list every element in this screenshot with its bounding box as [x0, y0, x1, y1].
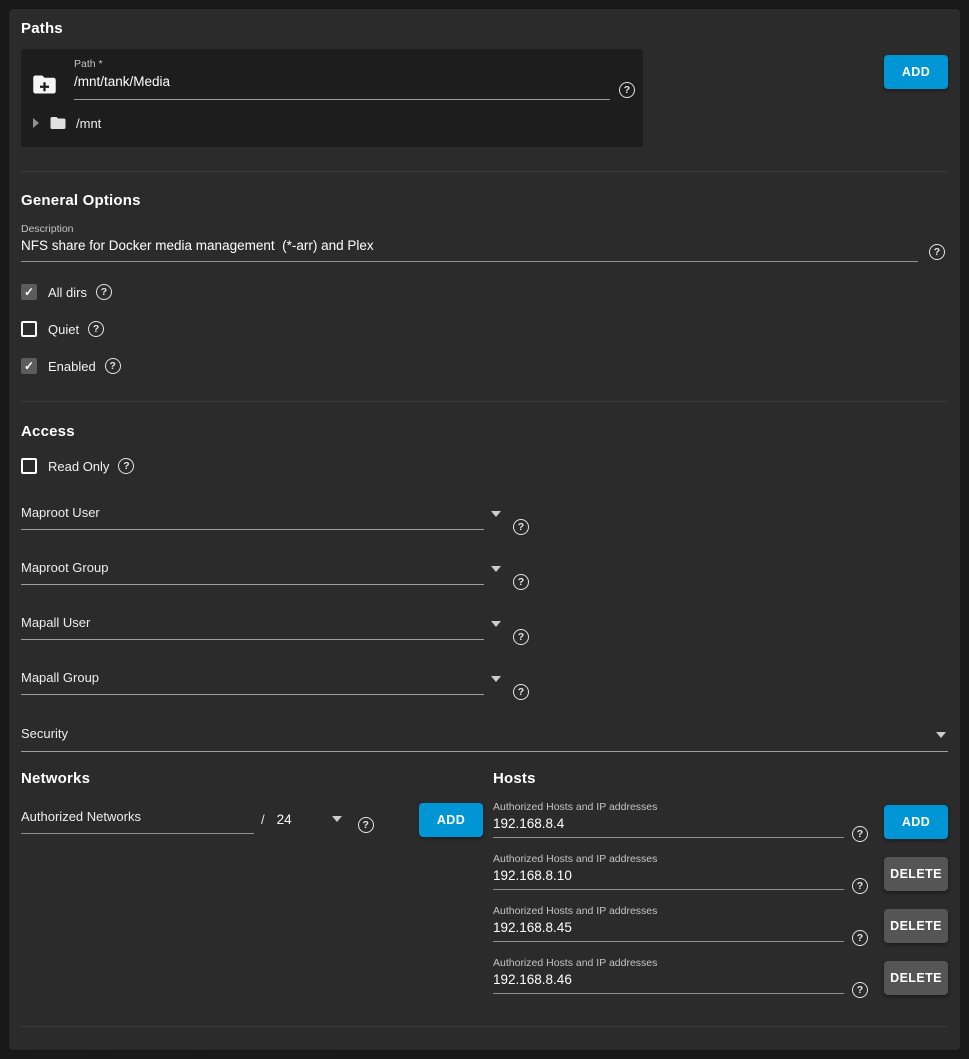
- mapall-user-select[interactable]: Mapall User: [21, 614, 948, 640]
- host-add-button[interactable]: ADD: [884, 805, 948, 839]
- help-icon[interactable]: [88, 321, 104, 337]
- footer-actions: SAVE CANCEL BASIC OPTIONS: [9, 1027, 960, 1051]
- host-row: Authorized Hosts and IP addresses 192.16…: [493, 957, 948, 994]
- access-section-title: Access: [21, 402, 948, 440]
- help-icon[interactable]: [852, 982, 868, 998]
- help-icon[interactable]: [852, 930, 868, 946]
- enabled-checkbox[interactable]: [21, 358, 37, 374]
- description-input[interactable]: NFS share for Docker media management (*…: [21, 238, 918, 253]
- path-input[interactable]: /mnt/tank/Media: [74, 74, 170, 89]
- read-only-checkbox[interactable]: [21, 458, 37, 474]
- paths-section-title: Paths: [21, 20, 948, 37]
- authorized-host-label: Authorized Hosts and IP addresses: [493, 801, 844, 813]
- authorized-host-input[interactable]: Authorized Hosts and IP addresses 192.16…: [493, 801, 844, 838]
- help-icon[interactable]: [852, 826, 868, 842]
- authorized-host-input[interactable]: Authorized Hosts and IP addresses 192.16…: [493, 853, 844, 890]
- save-button[interactable]: SAVE: [29, 1050, 94, 1051]
- folder-icon: [48, 114, 68, 132]
- description-field[interactable]: Description NFS share for Docker media m…: [21, 223, 918, 262]
- cancel-button[interactable]: CANCEL: [112, 1050, 196, 1051]
- folder-add-icon: [31, 71, 58, 98]
- authorized-host-input[interactable]: Authorized Hosts and IP addresses 192.16…: [493, 957, 844, 994]
- authorized-host-label: Authorized Hosts and IP addresses: [493, 957, 844, 969]
- help-icon[interactable]: [105, 358, 121, 374]
- tree-item-mnt[interactable]: /mnt: [33, 114, 635, 132]
- hosts-section: Hosts Authorized Hosts and IP addresses …: [493, 770, 948, 994]
- maproot-group-select[interactable]: Maproot Group: [21, 559, 948, 585]
- authorized-host-input[interactable]: Authorized Hosts and IP addresses 192.16…: [493, 905, 844, 942]
- description-label: Description: [21, 223, 918, 235]
- select-label: Maproot User: [21, 505, 100, 520]
- select-label: Mapall Group: [21, 670, 99, 685]
- authorized-host-value[interactable]: 192.168.8.46: [493, 972, 844, 987]
- nfs-share-form-card: Paths Path * /mnt/tank/Media: [8, 8, 961, 1051]
- cidr-separator: /: [261, 812, 265, 827]
- general-options-section: General Options Description NFS share fo…: [9, 172, 960, 402]
- cidr-select-value[interactable]: 24: [277, 812, 292, 827]
- all-dirs-checkbox[interactable]: [21, 284, 37, 300]
- host-delete-button[interactable]: DELETE: [884, 961, 948, 995]
- help-icon[interactable]: [929, 244, 945, 260]
- networks-hosts-columns: Networks Authorized Networks / 24 ADD Ho…: [9, 770, 960, 994]
- networks-section: Networks Authorized Networks / 24 ADD: [21, 770, 493, 994]
- host-row: Authorized Hosts and IP addresses 192.16…: [493, 801, 948, 838]
- help-icon[interactable]: [619, 82, 635, 98]
- host-row: Authorized Hosts and IP addresses 192.16…: [493, 905, 948, 942]
- chevron-down-icon[interactable]: [491, 621, 501, 627]
- chevron-down-icon[interactable]: [936, 732, 946, 738]
- help-icon[interactable]: [513, 629, 529, 645]
- help-icon[interactable]: [852, 878, 868, 894]
- authorized-host-label: Authorized Hosts and IP addresses: [493, 853, 844, 865]
- select-label: Security: [21, 726, 68, 741]
- basic-options-button[interactable]: BASIC OPTIONS: [208, 1050, 342, 1051]
- networks-section-title: Networks: [21, 770, 493, 787]
- authorized-host-label: Authorized Hosts and IP addresses: [493, 905, 844, 917]
- maproot-user-select[interactable]: Maproot User: [21, 504, 948, 530]
- enabled-row: Enabled: [21, 357, 948, 375]
- quiet-row: Quiet: [21, 320, 948, 338]
- authorized-networks-input[interactable]: Authorized Networks: [21, 808, 254, 834]
- file-explorer-panel: Path * /mnt/tank/Media /mnt: [21, 49, 643, 147]
- expand-arrow-icon[interactable]: [33, 118, 39, 128]
- chevron-down-icon[interactable]: [332, 816, 342, 822]
- authorized-network-row: Authorized Networks / 24 ADD: [21, 803, 493, 834]
- general-options-title: General Options: [21, 172, 948, 209]
- authorized-networks-label: Authorized Networks: [21, 809, 141, 824]
- quiet-checkbox[interactable]: [21, 321, 37, 337]
- path-field-label: Path *: [74, 58, 610, 70]
- enabled-label: Enabled: [48, 359, 96, 374]
- security-select[interactable]: Security: [21, 725, 948, 752]
- paths-add-button[interactable]: ADD: [884, 55, 948, 89]
- help-icon[interactable]: [513, 574, 529, 590]
- authorized-host-value[interactable]: 192.168.8.45: [493, 920, 844, 935]
- paths-section: Paths Path * /mnt/tank/Media: [9, 9, 960, 172]
- help-icon[interactable]: [96, 284, 112, 300]
- chevron-down-icon[interactable]: [491, 676, 501, 682]
- hosts-section-title: Hosts: [493, 770, 948, 787]
- help-icon[interactable]: [513, 519, 529, 535]
- help-icon[interactable]: [513, 684, 529, 700]
- read-only-row: Read Only: [21, 457, 948, 475]
- help-icon[interactable]: [358, 817, 374, 833]
- all-dirs-row: All dirs: [21, 283, 948, 301]
- all-dirs-label: All dirs: [48, 285, 87, 300]
- tree-item-label: /mnt: [76, 116, 101, 131]
- authorized-host-value[interactable]: 192.168.8.4: [493, 816, 844, 831]
- host-row: Authorized Hosts and IP addresses 192.16…: [493, 853, 948, 890]
- quiet-label: Quiet: [48, 322, 79, 337]
- networks-add-button[interactable]: ADD: [419, 803, 483, 837]
- host-delete-button[interactable]: DELETE: [884, 909, 948, 943]
- access-section: Access Read Only Maproot User Maproot Gr…: [9, 402, 960, 752]
- select-label: Maproot Group: [21, 560, 108, 575]
- read-only-label: Read Only: [48, 459, 109, 474]
- select-label: Mapall User: [21, 615, 90, 630]
- authorized-host-value[interactable]: 192.168.8.10: [493, 868, 844, 883]
- chevron-down-icon[interactable]: [491, 511, 501, 517]
- help-icon[interactable]: [118, 458, 134, 474]
- mapall-group-select[interactable]: Mapall Group: [21, 669, 948, 695]
- host-delete-button[interactable]: DELETE: [884, 857, 948, 891]
- chevron-down-icon[interactable]: [491, 566, 501, 572]
